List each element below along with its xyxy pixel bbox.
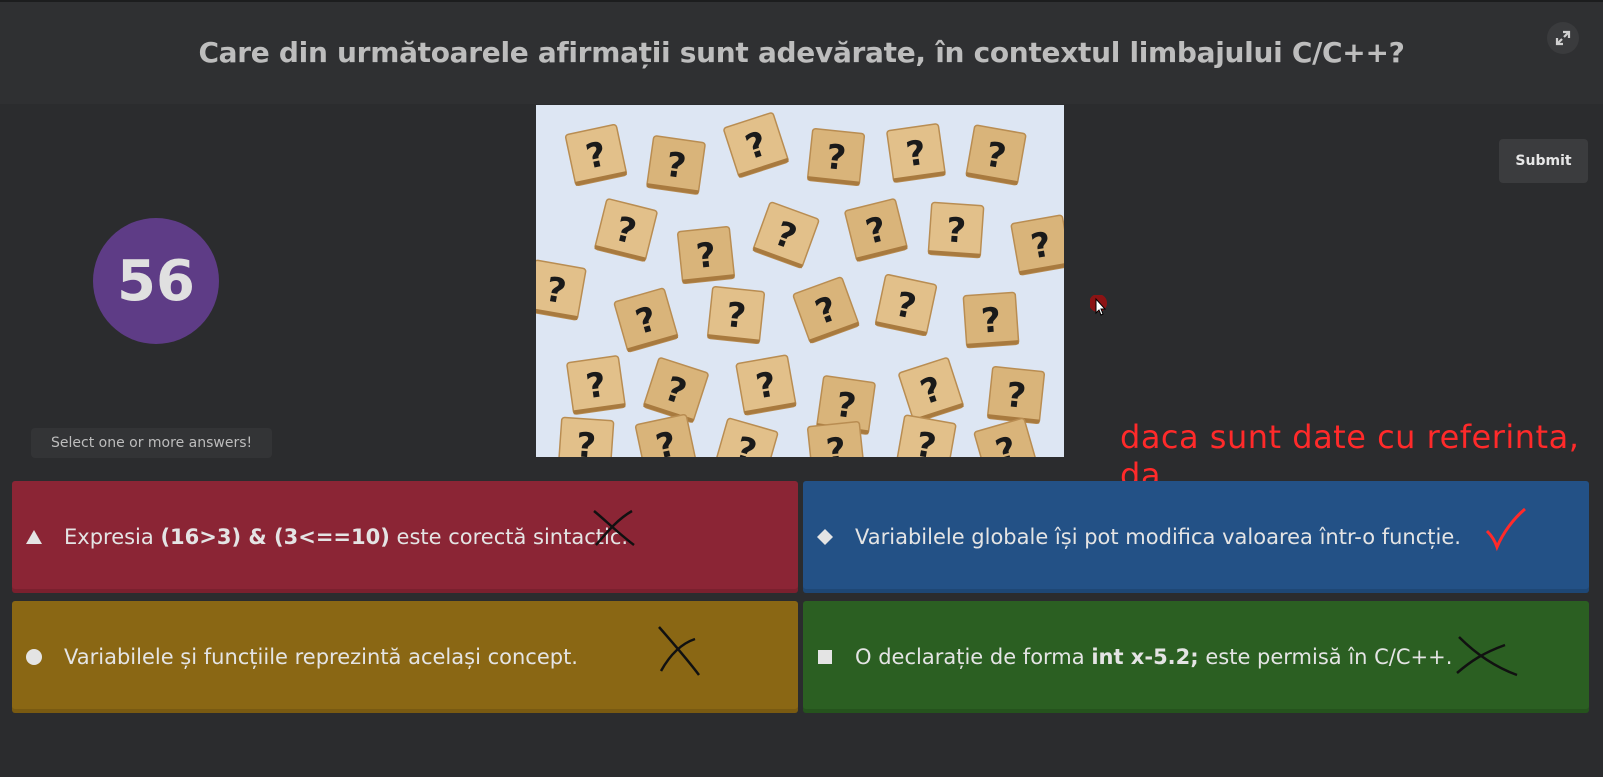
question-tile: ? — [634, 413, 698, 457]
svg-text:?: ? — [1004, 375, 1028, 417]
cross-mark — [593, 509, 635, 546]
question-tile: ? — [962, 291, 1020, 349]
question-tile: ? — [895, 414, 957, 457]
cross-mark — [658, 626, 700, 676]
question-tile: ? — [594, 198, 658, 262]
square-icon — [815, 601, 835, 713]
question-tile: ? — [557, 416, 615, 457]
answer-option-circle[interactable]: Variabilele și funcțiile reprezintă acel… — [12, 601, 798, 713]
svg-text:?: ? — [945, 210, 967, 251]
question-tile: ? — [927, 201, 985, 259]
question-tile: ? — [613, 287, 679, 353]
answer-text: O declarație de forma int x-5.2; este pe… — [855, 645, 1453, 669]
svg-text:?: ? — [575, 425, 597, 457]
question-title: Care din următoarele afirmații sunt adev… — [198, 36, 1405, 69]
question-tile: ? — [792, 276, 860, 344]
question-tile: ? — [752, 201, 820, 269]
check-mark — [1485, 507, 1526, 552]
submit-button[interactable]: Submit — [1499, 139, 1588, 183]
question-tile: ? — [566, 355, 626, 415]
question-tile: ? — [676, 225, 736, 285]
question-tile: ? — [1010, 214, 1064, 276]
svg-text:?: ? — [824, 137, 848, 179]
question-tile: ? — [806, 420, 866, 457]
svg-text:?: ? — [694, 235, 718, 277]
cross-mark — [1456, 636, 1518, 677]
circle-icon — [24, 601, 44, 713]
question-tile: ? — [965, 124, 1027, 186]
answer-option-triangle[interactable]: Expresia (16>3) & (3<==10) este corectă … — [12, 481, 798, 593]
question-tile: ? — [986, 365, 1046, 425]
question-header: Care din următoarele afirmații sunt adev… — [0, 0, 1603, 104]
question-tile: ? — [646, 135, 706, 195]
question-tile: ? — [874, 273, 938, 337]
question-tile: ? — [536, 259, 587, 321]
answer-option-square[interactable]: O declarație de forma int x-5.2; este pe… — [803, 601, 1589, 713]
timer-countdown: 56 — [93, 218, 219, 344]
question-tile: ? — [643, 357, 709, 423]
answer-text: Expresia (16>3) & (3<==10) este corectă … — [64, 525, 629, 549]
mouse-pointer-icon — [1089, 294, 1114, 323]
answer-text: Variabilele globale își pot modifica val… — [855, 525, 1461, 549]
question-tile: ? — [898, 357, 964, 423]
answer-text: Variabilele și funcțiile reprezintă acel… — [64, 645, 578, 669]
question-tile: ? — [844, 198, 908, 262]
question-tile: ? — [564, 123, 628, 187]
instruction-label: Select one or more answers! — [31, 428, 273, 458]
svg-text:?: ? — [980, 300, 1002, 341]
svg-text:?: ? — [724, 295, 748, 337]
expand-icon[interactable] — [1547, 22, 1579, 54]
answer-option-diamond[interactable]: Variabilele globale își pot modifica val… — [803, 481, 1589, 593]
question-tile: ? — [713, 417, 779, 457]
question-tile: ? — [735, 354, 797, 416]
question-tile: ? — [886, 123, 946, 183]
question-tile: ? — [706, 285, 766, 345]
question-mark-tiles-image: ?????????????????????????????? — [536, 105, 1064, 457]
question-tile: ? — [723, 112, 789, 178]
diamond-icon — [815, 481, 835, 593]
question-tile: ? — [806, 127, 866, 187]
question-tile: ? — [973, 417, 1039, 457]
triangle-icon — [24, 481, 44, 593]
